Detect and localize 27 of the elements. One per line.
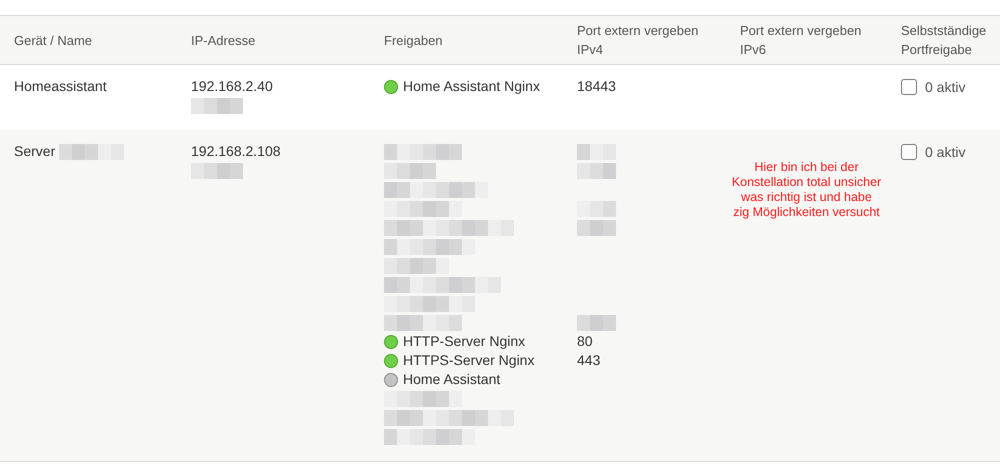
column-header: Freigaben <box>383 32 444 50</box>
annotation-note: Hier bin ich bei der Konstellation total unsicher was richtig ist und habe zig Möglichkeiten versucht <box>732 160 882 221</box>
checkbox[interactable] <box>901 144 917 160</box>
column-header: Port extern vergeben IPv4 <box>576 22 700 59</box>
cell-text: 192.168.2.40 <box>191 77 274 96</box>
redacted-block <box>577 200 617 216</box>
column-header: Gerät / Name <box>13 32 94 50</box>
column-header: IP-Adresse <box>190 32 256 50</box>
checkbox[interactable] <box>901 79 917 95</box>
redacted-block <box>577 314 617 330</box>
device-name: Server <box>14 142 56 161</box>
checkbox-label: 0 aktiv <box>925 78 966 97</box>
cell-text: 192.168.2.108 <box>191 142 282 161</box>
cell-text: 18443 <box>577 77 617 96</box>
cell-text: 443 <box>577 351 602 370</box>
share-label[interactable]: HTTP-Server Nginx <box>403 331 526 352</box>
cell-text: 80 <box>577 332 594 351</box>
column-header: Selbstständige Portfreigabe <box>900 22 988 59</box>
device-name: Homeassistant <box>14 77 107 96</box>
share-label[interactable]: HTTPS-Server Nginx <box>403 350 534 371</box>
checkbox-label: 0 aktiv <box>925 143 966 162</box>
share-label[interactable]: Home Assistant Nginx <box>403 76 540 97</box>
column-header: Port extern vergeben IPv6 <box>739 22 862 59</box>
redacted-block <box>577 162 617 178</box>
redacted-block <box>577 144 617 160</box>
redacted-block <box>577 220 617 236</box>
share-label[interactable]: Home Assistant <box>403 369 500 390</box>
